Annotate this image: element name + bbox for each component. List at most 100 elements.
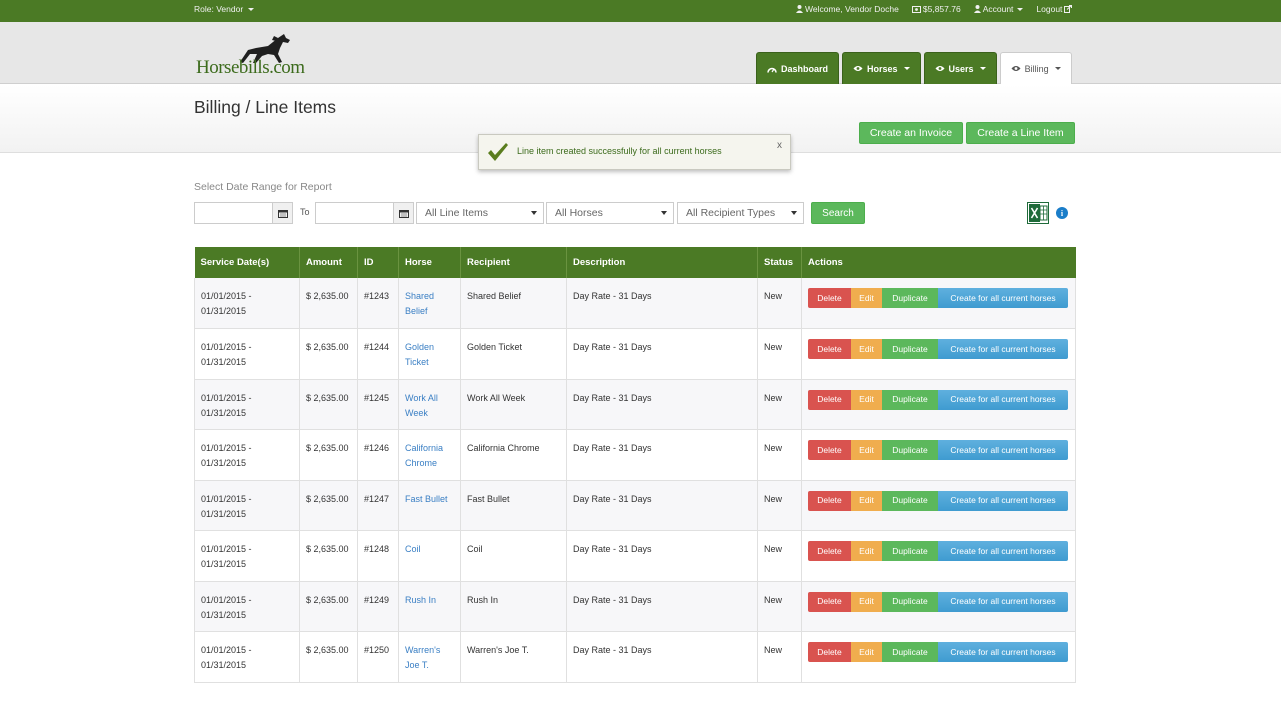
tab-billing[interactable]: Billing [999,52,1072,84]
duplicate-button[interactable]: Duplicate [882,541,938,561]
horse-link[interactable]: Golden Ticket [398,328,461,380]
tab-horses-label: Horses [867,63,898,74]
create-for-all-button[interactable]: Create for all current horses [938,339,1068,359]
logout-link[interactable]: Logout [1036,4,1073,14]
status-cell: New [757,379,802,430]
amount-cell: $ 2,635.00 [299,429,358,481]
actions-cell: Delete Edit Duplicate Create for all curren… [801,278,1076,329]
success-alert: Line item created successfully for all c… [478,134,791,170]
main-nav: Dashboard Horses Users Billing [756,52,1072,84]
description-cell: Day Rate - 31 Days [566,278,758,329]
account-dropdown[interactable]: Account [973,4,1024,14]
column-header[interactable]: Recipient [460,247,567,278]
delete-button[interactable]: Delete [808,490,851,511]
service-date-cell: 01/01/2015 - 01/31/2015 [194,328,300,380]
create-for-all-button[interactable]: Create for all current horses [938,389,1068,410]
delete-button[interactable]: Delete [808,591,851,612]
horse-link[interactable]: Fast Bullet [398,480,461,531]
recipient-types-select[interactable]: All Recipient Types [677,202,804,224]
actions-cell: Delete Edit Duplicate Create for all curren… [801,530,1076,582]
amount-cell: $ 2,635.00 [299,530,358,582]
duplicate-button[interactable]: Duplicate [882,591,938,612]
tab-users[interactable]: Users [923,52,997,84]
alert-close-button[interactable]: x [777,140,782,151]
calendar-icon [398,209,409,218]
info-icon[interactable]: i [1056,207,1068,219]
welcome-link[interactable]: Welcome, Vendor Doche [796,4,899,14]
column-header[interactable]: Status [757,247,802,278]
chevron-down-icon [531,211,537,215]
edit-button[interactable]: Edit [851,440,882,460]
recipient-cell: California Chrome [460,429,567,481]
id-cell: #1243 [357,278,399,329]
alert-message: Line item created successfully for all c… [517,146,722,156]
horse-link[interactable]: Warren's Joe T. [398,631,461,683]
tab-horses[interactable]: Horses [842,52,921,84]
horse-link[interactable]: Rush In [398,581,461,632]
delete-button[interactable]: Delete [808,288,851,308]
horse-link[interactable]: Coil [398,530,461,582]
duplicate-button[interactable]: Duplicate [882,389,938,410]
duplicate-button[interactable]: Duplicate [882,288,938,308]
date-from-calendar-button[interactable] [272,202,293,224]
date-to-input[interactable] [315,202,395,224]
date-to-calendar-button[interactable] [393,202,414,224]
delete-button[interactable]: Delete [808,339,851,359]
duplicate-button[interactable]: Duplicate [882,642,938,662]
duplicate-button[interactable]: Duplicate [882,339,938,359]
table-row: 01/01/2015 -01/31/2015 $ 2,635.00 #1244 Gol… [194,328,1076,380]
account-label: Account [982,4,1014,14]
horse-link[interactable]: California Chrome [398,429,461,481]
duplicate-button[interactable]: Duplicate [882,440,938,460]
page-title: Billing / Line Items [194,97,337,117]
tab-dashboard[interactable]: Dashboard [756,52,840,84]
edit-button[interactable]: Edit [851,389,882,410]
edit-button[interactable]: Edit [851,288,882,308]
edit-button[interactable]: Edit [851,490,882,511]
balance-link[interactable]: $5,857.76 [911,4,961,14]
delete-button[interactable]: Delete [808,642,851,662]
date-range-label: Select Date Range for Report [194,181,332,193]
horses-select-value: All Horses [555,207,603,219]
create-for-all-button[interactable]: Create for all current horses [938,490,1068,511]
column-header[interactable]: Horse [398,247,461,278]
horse-link[interactable]: Work All Week [398,379,461,430]
service-date-start: 01/01/2015 - [201,291,252,301]
delete-button[interactable]: Delete [808,440,851,460]
eye-icon [853,66,863,71]
create-invoice-button[interactable]: Create an Invoice [859,122,963,144]
service-date-start: 01/01/2015 - [201,392,252,403]
edit-button[interactable]: Edit [851,541,882,561]
create-for-all-button[interactable]: Create for all current horses [938,591,1068,612]
duplicate-button[interactable]: Duplicate [882,490,938,511]
horse-name-line2: Joe T. [405,660,429,670]
column-header[interactable]: Description [566,247,758,278]
user-menu: Welcome, Vendor Doche $5,857.76 Account … [0,4,1281,14]
recipient-cell: Rush In [460,581,567,632]
create-line-item-button[interactable]: Create a Line Item [966,122,1075,144]
table-header-row: Service Date(s) Amount ID Horse Recipien… [194,247,1076,278]
edit-button[interactable]: Edit [851,642,882,662]
action-button-group: Delete Edit Duplicate Create for all curren… [808,490,1069,511]
description-cell: Day Rate - 31 Days [566,379,758,430]
horses-select[interactable]: All Horses [546,202,674,224]
delete-button[interactable]: Delete [808,389,851,410]
line-items-table: Service Date(s) Amount ID Horse Recipien… [194,247,1076,683]
column-header[interactable]: Service Date(s) [194,247,300,278]
create-for-all-button[interactable]: Create for all current horses [938,288,1068,308]
create-for-all-button[interactable]: Create for all current horses [938,642,1068,662]
column-header[interactable]: ID [357,247,399,278]
line-items-select[interactable]: All Line Items [416,202,544,224]
logo[interactable]: Horsebills.com [196,32,305,78]
edit-button[interactable]: Edit [851,591,882,612]
search-button[interactable]: Search [811,202,865,224]
date-from-input[interactable] [194,202,274,224]
delete-button[interactable]: Delete [808,541,851,561]
excel-export-icon[interactable] [1027,202,1049,224]
edit-button[interactable]: Edit [851,339,882,359]
column-header[interactable]: Amount [299,247,358,278]
horse-link[interactable]: Shared Belief [398,278,461,329]
create-for-all-button[interactable]: Create for all current horses [938,541,1068,561]
create-for-all-button[interactable]: Create for all current horses [938,440,1068,460]
logo-text: Horsebills.com [196,57,305,78]
